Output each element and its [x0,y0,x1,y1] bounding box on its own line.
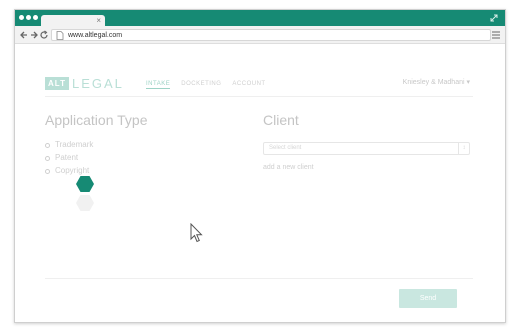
browser-tab[interactable]: × [41,15,105,26]
reload-icon[interactable] [39,29,49,41]
footer-divider [45,278,473,279]
radio-label: Patent [55,153,79,162]
expand-icon[interactable] [489,13,499,23]
send-button[interactable]: Send [399,289,457,308]
firm-dropdown[interactable]: Kniesley & Madhani ▾ [403,78,470,87]
window-dot-minimize[interactable] [26,15,31,20]
browser-titlebar: × [15,10,505,26]
address-bar[interactable]: www.altlegal.com [51,29,491,41]
application-type-heading: Application Type [45,112,148,128]
alt-legal-logo[interactable]: ALT LEGAL [45,77,124,90]
nav-intake[interactable]: INTAKE [146,80,171,89]
client-heading: Client [263,112,299,128]
forward-arrow-icon[interactable] [29,29,39,41]
main-nav: INTAKE DOCKETING ACCOUNT [146,80,266,89]
radio-circle[interactable] [45,142,50,148]
logo-word: LEGAL [71,76,124,91]
radio-patent[interactable]: Patent [45,153,78,163]
browser-toolbar: www.altlegal.com [15,26,505,44]
window-dot-close[interactable] [19,15,24,20]
hamburger-menu-icon[interactable] [492,31,500,39]
logo-box: ALT [45,77,69,90]
mouse-pointer-icon [190,223,203,243]
page-icon [56,31,64,40]
select-arrow-icon[interactable]: ↕ [458,143,469,154]
window-dot-maximize[interactable] [33,15,38,20]
browser-window: × www.altlegal.com ALT LEGAL INTAKE DOCK… [14,9,506,323]
back-arrow-icon[interactable] [19,29,29,41]
loading-hexagon-icon [76,176,94,192]
tab-close-icon[interactable]: × [96,15,101,26]
window-controls[interactable] [19,15,38,20]
nav-docketing[interactable]: DOCKETING [181,80,221,89]
client-select[interactable]: Select client ↕ [263,142,470,155]
header-divider [45,96,473,97]
page-content: ALT LEGAL INTAKE DOCKETING ACCOUNT Knies… [15,44,505,323]
client-select-placeholder: Select client [269,145,302,151]
nav-account[interactable]: ACCOUNT [232,80,265,89]
radio-trademark[interactable]: Trademark [45,140,93,150]
url-text: www.altlegal.com [68,32,123,39]
radio-label: Trademark [55,140,94,149]
add-new-client-link[interactable]: add a new client [263,163,314,172]
radio-circle[interactable] [45,155,50,161]
loading-hexagon-faded-icon [76,195,94,211]
radio-circle[interactable] [45,168,50,174]
